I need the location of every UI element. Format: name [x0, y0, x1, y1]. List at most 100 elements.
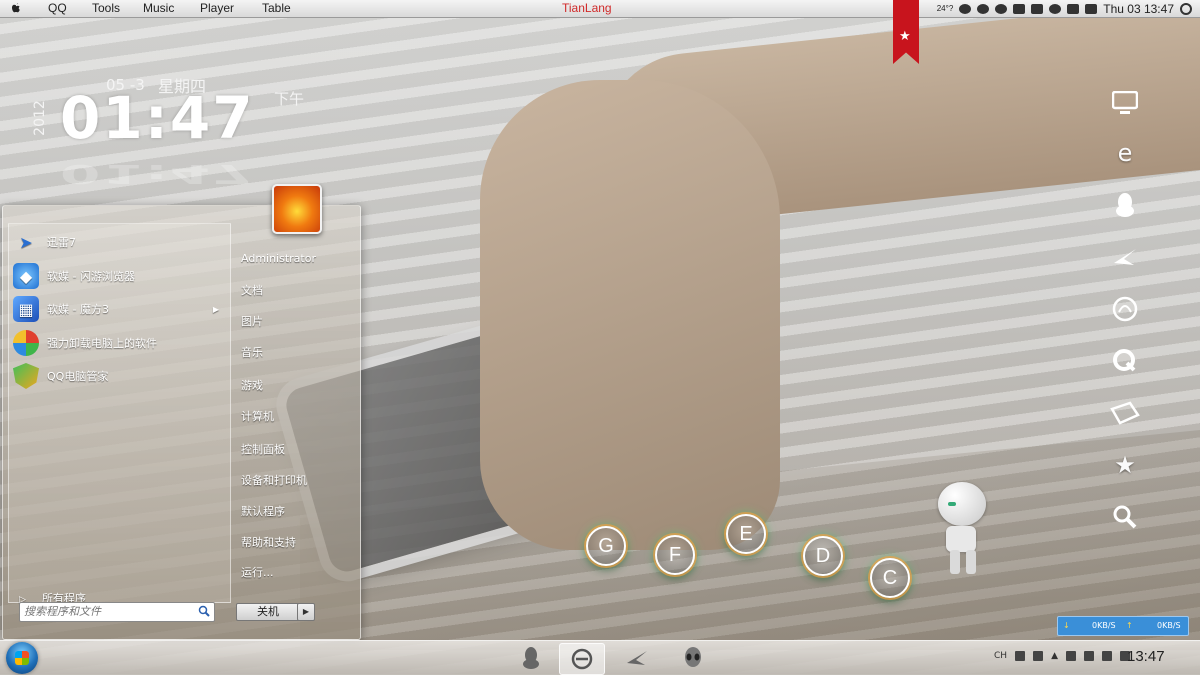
monitor-icon[interactable]: [1067, 3, 1080, 14]
keyboard-icon[interactable]: [1015, 651, 1026, 661]
shutdown-button[interactable]: 关机: [236, 603, 300, 621]
star-icon[interactable]: ★: [1106, 448, 1144, 482]
drive-d-button[interactable]: D: [803, 536, 843, 576]
start-menu: ➤ 迅雷7 ◆ 软媒 - 闪游浏览器 ▦ 软媒 - 魔方3 ▶ 强力卸载电脑上的…: [2, 184, 361, 640]
clock-year: 2012: [31, 100, 48, 136]
user-avatar[interactable]: [272, 184, 322, 234]
menu-qq[interactable]: QQ: [48, 1, 67, 15]
bird-icon[interactable]: [615, 643, 659, 673]
apple-icon[interactable]: [10, 2, 22, 14]
taskbar-clock[interactable]: 13:47: [1127, 648, 1165, 665]
link-computer[interactable]: 计算机: [241, 408, 274, 424]
start-menu-programs: ➤ 迅雷7 ◆ 软媒 - 闪游浏览器 ▦ 软媒 - 魔方3 ▶ 强力卸载电脑上的…: [8, 223, 231, 605]
monitor-icon[interactable]: [1106, 86, 1144, 120]
program-item[interactable]: 强力卸载电脑上的软件: [13, 328, 227, 358]
wallpaper-hand: [480, 80, 780, 550]
robot-body: [946, 526, 976, 552]
drive-f-button[interactable]: F: [655, 535, 695, 575]
link-help-support[interactable]: 帮助和支持: [241, 534, 296, 550]
link-games[interactable]: 游戏: [241, 377, 263, 393]
clock-reflection: 01:47: [60, 158, 255, 190]
menubar-tray: 24°? Thu 03 13:47: [937, 0, 1192, 17]
program-item[interactable]: ➤ 迅雷7: [13, 227, 227, 257]
folder-icon[interactable]: [1031, 3, 1044, 14]
link-pictures[interactable]: 图片: [241, 313, 263, 329]
settings-icon[interactable]: [995, 3, 1008, 14]
gamepad-icon[interactable]: [1013, 3, 1026, 14]
cube-icon: ▦: [13, 296, 39, 322]
uninstall-icon: [13, 330, 39, 356]
headphones-icon[interactable]: [1106, 292, 1144, 326]
drive-c-button[interactable]: C: [870, 558, 910, 598]
start-search-box[interactable]: [19, 602, 215, 622]
program-label: 迅雷7: [47, 236, 76, 249]
search-icon[interactable]: [1106, 500, 1144, 534]
network-icon[interactable]: [1033, 651, 1044, 661]
link-run[interactable]: 运行...: [241, 564, 274, 580]
menu-player[interactable]: Player: [200, 1, 234, 15]
cat-icon[interactable]: [1085, 3, 1098, 14]
signal-icon[interactable]: [1066, 651, 1076, 661]
program-label: 软媒 - 闪游浏览器: [47, 270, 135, 283]
menubar-datetime[interactable]: Thu 03 13:47: [1103, 2, 1174, 16]
robot-head: [938, 482, 986, 526]
link-music[interactable]: 音乐: [241, 344, 263, 360]
drive-g-button[interactable]: G: [586, 526, 626, 566]
q-icon[interactable]: [1106, 344, 1144, 378]
program-item[interactable]: ◆ 软媒 - 闪游浏览器: [13, 261, 227, 291]
qq-icon[interactable]: [1106, 188, 1144, 222]
power-icon[interactable]: [1180, 2, 1192, 15]
link-administrator[interactable]: Administrator: [241, 252, 316, 265]
ie-icon[interactable]: [559, 643, 605, 675]
system-tray: CH ▲: [994, 651, 1130, 661]
link-devices-printers[interactable]: 设备和打印机: [241, 472, 307, 488]
clock-time: 01:47: [60, 84, 255, 152]
link-control-panel[interactable]: 控制面板: [241, 441, 285, 457]
folder-icon[interactable]: [1106, 396, 1144, 430]
robot-leg: [966, 550, 976, 574]
gear-icon[interactable]: [977, 3, 990, 14]
program-label: 强力卸载电脑上的软件: [47, 337, 157, 350]
qq-icon[interactable]: [509, 643, 553, 673]
battery-icon[interactable]: [1084, 651, 1094, 661]
clock-ampm: 下午: [274, 90, 305, 108]
start-button[interactable]: [6, 642, 38, 674]
cloud-sync-icon[interactable]: [1049, 3, 1062, 14]
shutdown-options-button[interactable]: ▶: [297, 603, 315, 621]
browser-icon: ◆: [13, 263, 39, 289]
menubar-title: TianLang: [562, 1, 612, 15]
top-menubar: QQ Tools Music Player Table TianLang 24°…: [0, 0, 1200, 18]
program-label: QQ电脑管家: [47, 370, 109, 383]
language-indicator[interactable]: CH: [994, 651, 1007, 661]
program-item[interactable]: QQ电脑管家: [13, 361, 227, 391]
arrow-down-icon: ↓: [1063, 621, 1070, 630]
cloud-icon[interactable]: [959, 3, 972, 14]
drive-e-button[interactable]: E: [726, 514, 766, 554]
search-icon[interactable]: [198, 605, 210, 617]
alien-icon[interactable]: [671, 643, 715, 673]
weather-temp[interactable]: 24°?: [937, 4, 954, 13]
clock-widget: 2012 05 -3 星期四 01:47 01:47 下午: [32, 70, 330, 189]
menu-tools[interactable]: Tools: [92, 1, 120, 15]
ie-icon[interactable]: e: [1106, 136, 1144, 170]
menu-music[interactable]: Music: [143, 1, 174, 15]
link-documents[interactable]: 文档: [241, 282, 263, 298]
robot-mascot[interactable]: [934, 482, 990, 582]
start-search-input[interactable]: [24, 604, 188, 619]
shield-icon: [13, 363, 39, 389]
link-default-programs[interactable]: 默认程序: [241, 503, 285, 519]
bird-icon[interactable]: [1106, 240, 1144, 274]
menu-table[interactable]: Table: [262, 1, 291, 15]
thunder-icon: ➤: [19, 232, 33, 252]
net-up-value: 0KB/S: [1157, 621, 1181, 630]
submenu-arrow-icon: ▶: [212, 304, 219, 314]
flag-icon[interactable]: [1102, 651, 1112, 661]
network-meter[interactable]: ↓ 0KB/S ↑ 0KB/S: [1057, 616, 1189, 636]
star-icon: ★: [899, 29, 911, 44]
robot-eye: [948, 502, 956, 506]
show-hidden-icon[interactable]: ▲: [1051, 651, 1058, 661]
taskbar: CH ▲ 13:47: [0, 640, 1200, 675]
program-item[interactable]: ▦ 软媒 - 魔方3 ▶: [13, 294, 227, 324]
program-label: 软媒 - 魔方3: [47, 303, 109, 316]
net-down-value: 0KB/S: [1092, 621, 1116, 630]
